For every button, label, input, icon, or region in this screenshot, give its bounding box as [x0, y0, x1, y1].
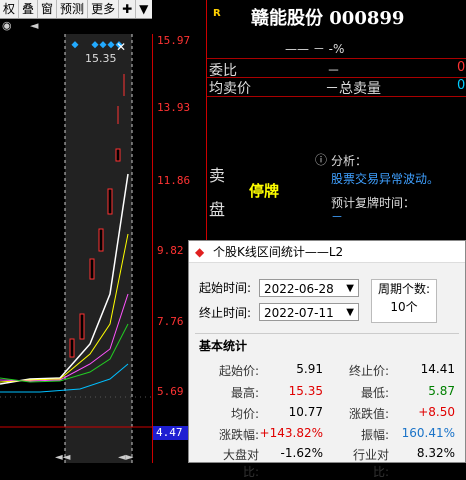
toolbar-item-gengduo[interactable]: 更多: [88, 0, 120, 18]
stat-value: -1.62%: [280, 446, 323, 460]
end-time-value: 2022-07-11: [264, 306, 334, 320]
toolbar-item-yuce[interactable]: 预测: [57, 0, 89, 18]
resume-label: 预计复牌时间：: [331, 196, 416, 210]
avg-sell-label: 均卖价: [209, 81, 251, 97]
range-start-marker[interactable]: ◄◄: [55, 452, 70, 463]
candle: [79, 313, 85, 340]
stat-label: 起始价:: [218, 364, 259, 378]
sell-label-2: 盘: [209, 200, 226, 219]
high-price-label: 15.35: [85, 52, 117, 65]
stat-value: 14.41: [420, 362, 455, 376]
r-badge: R: [213, 8, 221, 19]
analysis-text[interactable]: 股票交易异常波动。: [331, 170, 439, 187]
chart-toolbar: 权 叠 窗 预测 更多 ✚ ▼: [0, 0, 152, 19]
kline-chart[interactable]: 15.35 ✕ ◄◄ ◄►: [0, 34, 152, 463]
stat-label: 最低:: [360, 386, 389, 400]
stat-value: 8.32%: [416, 446, 455, 460]
stat-label: 涨跌幅:: [218, 428, 259, 442]
dialog-title: 个股K线区间统计——L2: [213, 245, 344, 259]
stat-label: 振幅:: [360, 428, 389, 442]
candle: [107, 188, 113, 215]
period-count-value: 10个: [390, 300, 418, 314]
kline-chart-svg: [0, 34, 152, 463]
start-time-value: 2022-06-28: [264, 282, 334, 296]
end-time-select[interactable]: 2022-07-11 ▼: [259, 303, 359, 321]
price-tick: 9.82: [157, 244, 184, 257]
left-arrow-icon[interactable]: ◄: [30, 19, 38, 32]
start-time-label: 起始时间:: [199, 281, 252, 295]
candle: [69, 338, 75, 358]
stat-value: +8.50: [418, 405, 455, 419]
price-tick: 15.97: [157, 34, 191, 47]
stat-label: 行业对比:: [352, 448, 389, 479]
end-time-label: 终止时间:: [199, 306, 252, 320]
eye-icon[interactable]: ◉: [2, 19, 12, 32]
stat-value: +143.82%: [259, 426, 323, 440]
section-heading: 基本统计: [199, 339, 248, 353]
chevron-down-icon: ▼: [346, 307, 354, 318]
period-count-label: 周期个数:: [377, 282, 431, 296]
price-tick: 7.76: [157, 315, 184, 328]
close-icon[interactable]: ✕: [116, 40, 126, 54]
info-icon: ⓘ: [315, 153, 328, 167]
stat-label: 均价:: [230, 407, 259, 421]
avg-sell-right: 0: [457, 78, 466, 93]
change-text: —— － -%: [285, 42, 345, 56]
price-tick: 13.93: [157, 101, 191, 114]
price-tick: 11.86: [157, 174, 191, 187]
stat-label: 涨跌值:: [348, 407, 389, 421]
chevron-down-icon: ▼: [346, 283, 354, 294]
stat-label: 大盘对比:: [222, 448, 259, 479]
price-tick: 5.69: [157, 385, 184, 398]
resume-value: －: [331, 210, 344, 224]
period-count-box: 周期个数: 10个: [371, 279, 437, 323]
toolbar-item-chuang[interactable]: 窗: [38, 0, 58, 18]
analysis-label: 分析：: [331, 154, 368, 168]
kline-range-stats-dialog: ◆ 个股K线区间统计——L2 起始时间: 2022-06-28 ▼ 终止时间: …: [188, 240, 466, 479]
sell-label-1: 卖: [209, 166, 226, 185]
stat-value: 10.77: [288, 405, 323, 419]
stat-label: 终止价:: [348, 364, 389, 378]
candle: [98, 228, 104, 252]
range-end-marker[interactable]: ◄►: [118, 452, 133, 463]
avg-sell-value: －总卖量: [325, 81, 381, 97]
stat-value: 160.41%: [401, 426, 455, 440]
wei-bi-right: 0: [457, 60, 466, 75]
start-time-select[interactable]: 2022-06-28 ▼: [259, 279, 359, 297]
toolbar-item-die[interactable]: 叠: [19, 0, 39, 18]
status-badge: 停牌: [249, 182, 280, 200]
candle: [115, 148, 121, 162]
toolbar-row-2: ◉ ◄: [0, 19, 152, 33]
stat-label: 最高:: [230, 386, 259, 400]
toolbar-item-quan[interactable]: 权: [0, 0, 20, 18]
app-logo-icon: ◆: [195, 245, 205, 259]
stat-value: 5.87: [428, 384, 455, 398]
stat-value: 15.35: [288, 384, 323, 398]
candle: [89, 258, 95, 280]
pin-icon[interactable]: ✚: [119, 0, 137, 18]
dialog-title-bar[interactable]: ◆ 个股K线区间统计——L2: [189, 241, 465, 263]
chevron-down-icon[interactable]: ▼: [136, 0, 151, 18]
stock-title: 赣能股份 000899: [251, 8, 405, 29]
stat-value: 5.91: [296, 362, 323, 376]
